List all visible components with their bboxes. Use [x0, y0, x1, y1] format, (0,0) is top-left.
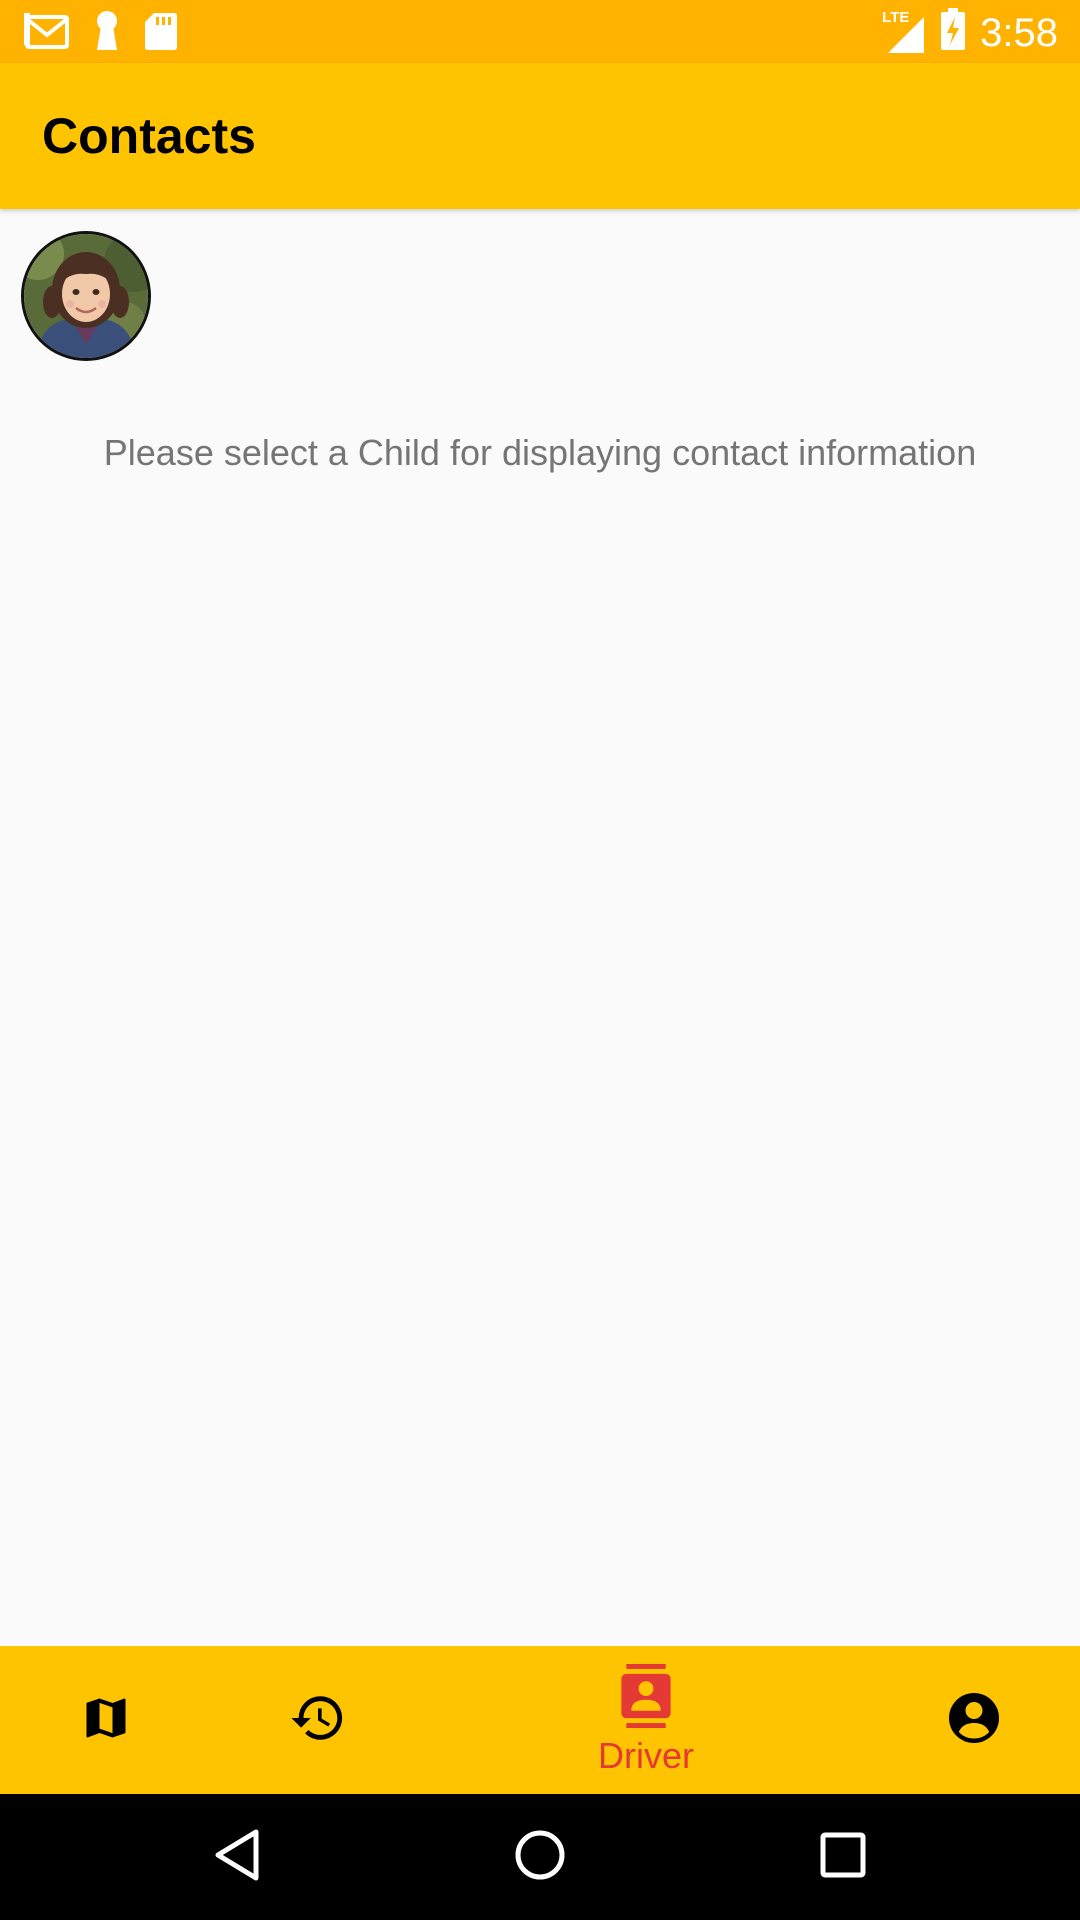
- status-right-icons: LTE 3:58: [882, 8, 1058, 57]
- sd-card-icon: [144, 11, 178, 56]
- nav-item-history[interactable]: [268, 1646, 368, 1794]
- home-button[interactable]: [507, 1824, 573, 1890]
- network-type-label: LTE: [882, 8, 910, 26]
- back-button[interactable]: [204, 1824, 270, 1890]
- recents-square-icon: [818, 1830, 868, 1885]
- child-avatar[interactable]: [21, 231, 151, 361]
- account-circle-icon: [944, 1688, 1004, 1753]
- screen: LTE 3:58 Contacts Please select a Child …: [0, 0, 1080, 1920]
- map-icon: [80, 1692, 132, 1749]
- status-bar: LTE 3:58: [0, 0, 1080, 63]
- contact-card-icon: [616, 1663, 676, 1733]
- nav-item-driver[interactable]: Driver: [576, 1646, 716, 1794]
- back-triangle-icon: [212, 1828, 262, 1887]
- history-icon: [289, 1689, 347, 1752]
- gmail-icon: [24, 11, 70, 56]
- nav-item-account[interactable]: [924, 1646, 1024, 1794]
- nav-item-map[interactable]: [56, 1646, 156, 1794]
- battery-charging-icon: [940, 8, 966, 57]
- keyhole-icon: [92, 10, 122, 57]
- page-title: Contacts: [42, 108, 256, 164]
- empty-state-message: Please select a Child for displaying con…: [103, 432, 977, 473]
- signal-icon: LTE: [882, 9, 926, 55]
- nav-item-driver-label: Driver: [598, 1734, 694, 1776]
- child-photo-image: [24, 234, 148, 358]
- recents-button[interactable]: [810, 1824, 876, 1890]
- bottom-nav: Driver: [0, 1646, 1080, 1794]
- app-bar: Contacts: [0, 63, 1080, 209]
- home-circle-icon: [513, 1828, 567, 1887]
- status-time: 3:58: [980, 10, 1058, 55]
- status-left-icons: [24, 10, 178, 57]
- system-nav-bar: [0, 1794, 1080, 1920]
